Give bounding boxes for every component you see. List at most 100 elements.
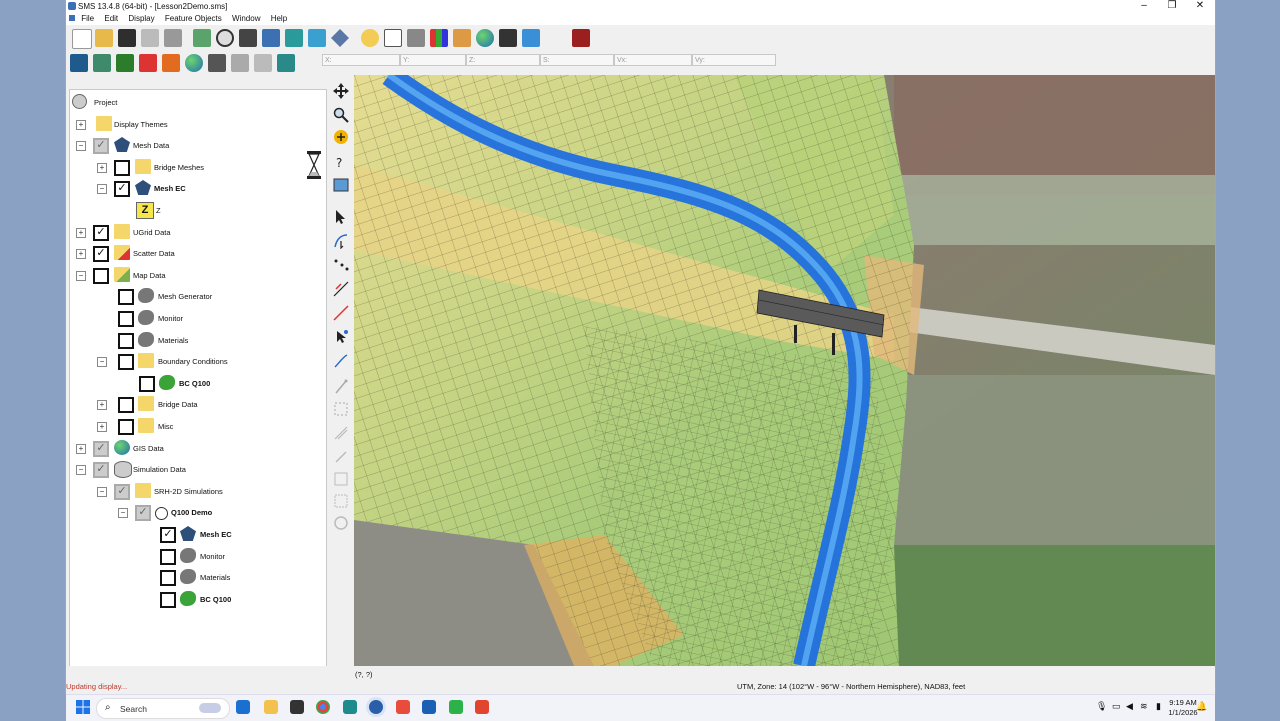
- visibility-checkbox[interactable]: ✓: [93, 138, 109, 154]
- visibility-checkbox[interactable]: ✓: [114, 484, 130, 500]
- visibility-checkbox[interactable]: [118, 397, 134, 413]
- expand-icon[interactable]: +: [97, 163, 107, 173]
- orientation-icon[interactable]: [331, 29, 349, 47]
- chrome-icon[interactable]: [316, 700, 330, 714]
- zoom-icon[interactable]: [216, 29, 234, 47]
- battery-icon[interactable]: ▮: [1156, 701, 1161, 712]
- camtasia-red-icon[interactable]: [475, 700, 489, 714]
- save-icon[interactable]: [118, 29, 136, 47]
- sparkle-icon[interactable]: [522, 29, 540, 47]
- get-info-icon[interactable]: ?: [333, 155, 349, 171]
- frame-tool-icon[interactable]: [333, 177, 349, 193]
- expand-icon[interactable]: +: [76, 249, 86, 259]
- visibility-checkbox[interactable]: ✓: [93, 246, 109, 262]
- chart-icon[interactable]: [430, 29, 448, 47]
- minimize-button[interactable]: –: [1130, 0, 1158, 13]
- vx-field[interactable]: Vx:: [614, 54, 692, 66]
- visibility-checkbox[interactable]: [118, 311, 134, 327]
- collapse-icon[interactable]: −: [76, 141, 86, 151]
- sms-taskbar-icon[interactable]: [369, 700, 383, 714]
- select-feature-point-icon[interactable]: [333, 329, 349, 345]
- grid-options-icon[interactable]: [453, 29, 471, 47]
- app-icon[interactable]: [343, 700, 357, 714]
- rotate-icon[interactable]: [333, 129, 349, 145]
- open-folder-icon[interactable]: [95, 29, 113, 47]
- calculator-icon[interactable]: [277, 54, 295, 72]
- zoom-tool-icon[interactable]: [333, 107, 349, 123]
- globe-icon[interactable]: [476, 29, 494, 47]
- z-coord-field[interactable]: Z:: [466, 54, 540, 66]
- outlook-icon[interactable]: [236, 700, 250, 714]
- mesh-module-icon[interactable]: [70, 54, 88, 72]
- expand-icon[interactable]: +: [97, 400, 107, 410]
- gis-module-icon[interactable]: [185, 54, 203, 72]
- windows-start-icon[interactable]: [76, 700, 90, 714]
- cube-outline-icon[interactable]: [308, 29, 326, 47]
- visibility-checkbox[interactable]: ✓: [93, 225, 109, 241]
- menu-edit[interactable]: Edit: [100, 13, 122, 23]
- y-coord-field[interactable]: Y:: [400, 54, 466, 66]
- x-coord-field[interactable]: X:: [322, 54, 400, 66]
- visibility-checkbox[interactable]: ✓: [160, 527, 176, 543]
- collapse-icon[interactable]: −: [97, 357, 107, 367]
- collapse-icon[interactable]: −: [76, 465, 86, 475]
- expand-icon[interactable]: +: [76, 120, 86, 130]
- visibility-checkbox[interactable]: ✓: [93, 441, 109, 457]
- new-file-icon[interactable]: [72, 29, 92, 49]
- file-explorer-icon[interactable]: [264, 700, 278, 714]
- print-icon[interactable]: [141, 29, 159, 47]
- disabled-circle-icon[interactable]: [333, 515, 349, 531]
- visibility-checkbox[interactable]: [93, 268, 109, 284]
- visibility-checkbox[interactable]: [118, 289, 134, 305]
- word-icon[interactable]: [422, 700, 436, 714]
- visibility-checkbox[interactable]: [160, 570, 176, 586]
- visibility-checkbox[interactable]: [139, 376, 155, 392]
- select-arrow-icon[interactable]: [333, 209, 349, 225]
- create-feature-arc-icon[interactable]: [333, 281, 349, 297]
- collapse-icon[interactable]: −: [97, 184, 107, 194]
- refresh-icon[interactable]: [193, 29, 211, 47]
- visibility-checkbox[interactable]: ✓: [135, 505, 151, 521]
- path-icon[interactable]: [254, 54, 272, 72]
- disabled-select-icon[interactable]: [333, 401, 349, 417]
- camtasia-green-icon[interactable]: [449, 700, 463, 714]
- expand-icon[interactable]: +: [76, 444, 86, 454]
- script-icon[interactable]: [499, 29, 517, 47]
- visibility-checkbox[interactable]: [118, 419, 134, 435]
- microphone-icon[interactable]: 🎙: [1096, 701, 1107, 712]
- visibility-checkbox[interactable]: [160, 592, 176, 608]
- visibility-checkbox[interactable]: [118, 333, 134, 349]
- menu-help[interactable]: Help: [267, 13, 291, 23]
- pan-icon[interactable]: [333, 83, 349, 99]
- scatter-module-icon[interactable]: [139, 54, 157, 72]
- cube-icon[interactable]: [285, 29, 303, 47]
- network-icon[interactable]: ≋: [1140, 701, 1148, 712]
- visibility-checkbox[interactable]: [114, 160, 130, 176]
- disabled-box-icon[interactable]: [333, 471, 349, 487]
- notification-icon[interactable]: 🔔: [1196, 701, 1207, 712]
- display-icon[interactable]: ▭: [1112, 701, 1121, 712]
- restore-button[interactable]: ❐: [1158, 0, 1186, 13]
- light-icon[interactable]: [361, 29, 379, 47]
- select-feature-arc-icon[interactable]: [333, 305, 349, 321]
- create-arc-icon[interactable]: [333, 233, 349, 249]
- toolbox-icon[interactable]: [572, 29, 590, 47]
- visibility-checkbox[interactable]: [118, 354, 134, 370]
- close-button[interactable]: ✕: [1186, 0, 1214, 13]
- disabled-grid-icon[interactable]: [333, 493, 349, 509]
- collapse-icon[interactable]: −: [76, 271, 86, 281]
- map-module-icon[interactable]: [162, 54, 180, 72]
- menu-window[interactable]: Window: [228, 13, 264, 23]
- measure-icon[interactable]: [407, 29, 425, 47]
- menu-display[interactable]: Display: [124, 13, 158, 23]
- particle-module-icon[interactable]: [208, 54, 226, 72]
- s-coord-field[interactable]: S:: [540, 54, 614, 66]
- visibility-checkbox[interactable]: [160, 549, 176, 565]
- disabled-draw-icon[interactable]: [333, 425, 349, 441]
- disabled-node-icon[interactable]: [333, 449, 349, 465]
- frame-icon[interactable]: [384, 29, 402, 47]
- delete-icon[interactable]: [164, 29, 182, 47]
- profile-icon[interactable]: [231, 54, 249, 72]
- presentation-app-icon[interactable]: [396, 700, 410, 714]
- visibility-checkbox[interactable]: ✓: [114, 181, 130, 197]
